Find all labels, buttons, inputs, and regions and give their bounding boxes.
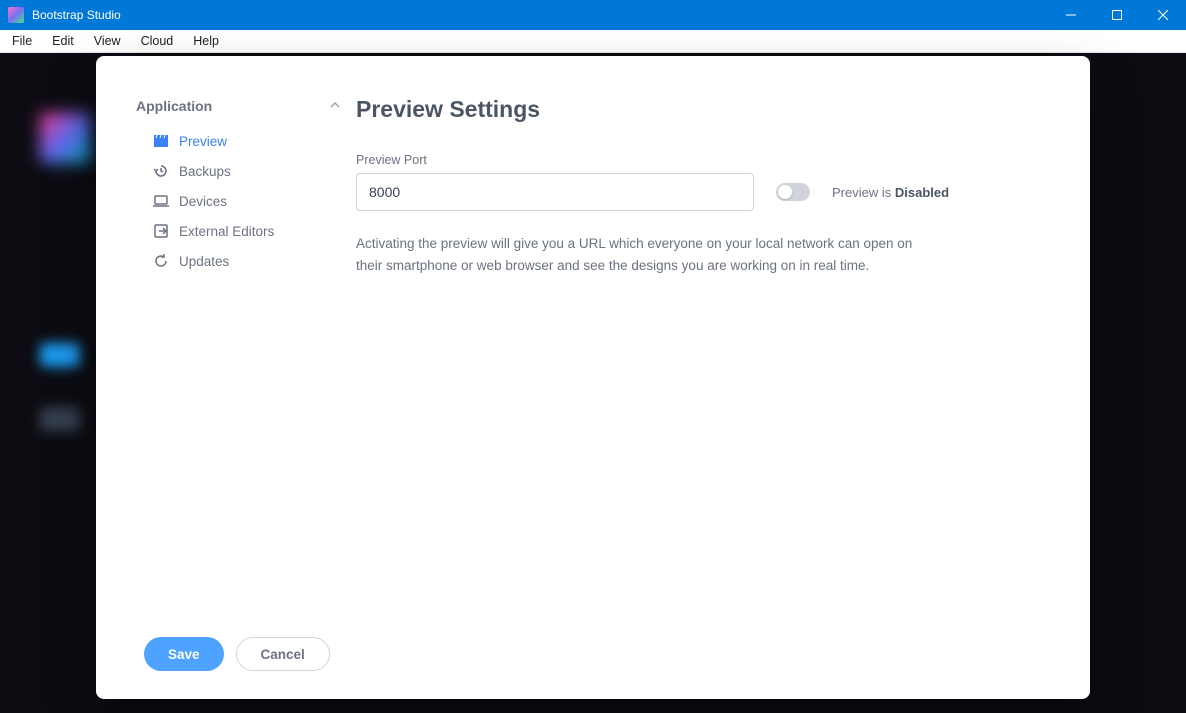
menubar: File Edit View Cloud Help xyxy=(0,30,1186,53)
menu-file[interactable]: File xyxy=(2,32,42,50)
sidebar-item-label: Devices xyxy=(179,194,227,209)
preview-toggle[interactable] xyxy=(776,183,810,201)
app-icon xyxy=(8,7,24,23)
maximize-button[interactable] xyxy=(1094,0,1140,30)
laptop-icon xyxy=(153,193,169,209)
settings-content: Preview Settings Preview Port Preview is… xyxy=(351,96,1050,602)
menu-edit[interactable]: Edit xyxy=(42,32,84,50)
sidebar-item-preview[interactable]: Preview xyxy=(136,126,341,156)
refresh-icon xyxy=(153,253,169,269)
background-shape xyxy=(40,343,80,367)
titlebar: Bootstrap Studio xyxy=(0,0,1186,30)
sidebar-item-label: Preview xyxy=(179,134,227,149)
settings-dialog: Application Preview Backups xyxy=(96,56,1090,699)
menu-cloud[interactable]: Cloud xyxy=(131,32,184,50)
sidebar-item-devices[interactable]: Devices xyxy=(136,186,341,216)
sidebar-section-title: Application xyxy=(136,98,212,114)
minimize-button[interactable] xyxy=(1048,0,1094,30)
history-icon xyxy=(153,163,169,179)
menu-help[interactable]: Help xyxy=(183,32,229,50)
close-button[interactable] xyxy=(1140,0,1186,30)
sidebar-item-backups[interactable]: Backups xyxy=(136,156,341,186)
clapperboard-icon xyxy=(153,133,169,149)
sidebar-section-application[interactable]: Application xyxy=(136,96,341,116)
dialog-footer: Save Cancel xyxy=(96,622,1090,699)
preview-toggle-label: Preview is Disabled xyxy=(832,185,949,200)
sidebar-item-external-editors[interactable]: External Editors xyxy=(136,216,341,246)
settings-sidebar: Application Preview Backups xyxy=(136,96,351,602)
window-title: Bootstrap Studio xyxy=(32,8,121,22)
preview-port-label: Preview Port xyxy=(356,153,1050,167)
background-shape xyxy=(40,407,80,431)
sidebar-item-updates[interactable]: Updates xyxy=(136,246,341,276)
sidebar-item-label: Updates xyxy=(179,254,229,269)
workspace: Application Preview Backups xyxy=(0,53,1186,713)
sidebar-item-label: External Editors xyxy=(179,224,274,239)
export-icon xyxy=(153,223,169,239)
cancel-button[interactable]: Cancel xyxy=(236,637,330,671)
page-title: Preview Settings xyxy=(356,96,1050,123)
chevron-up-icon xyxy=(329,99,341,114)
save-button[interactable]: Save xyxy=(144,637,224,671)
background-app-logo xyxy=(40,113,90,163)
sidebar-item-label: Backups xyxy=(179,164,231,179)
menu-view[interactable]: View xyxy=(84,32,131,50)
window-controls xyxy=(1048,0,1186,30)
preview-port-input[interactable] xyxy=(356,173,754,211)
preview-help-text: Activating the preview will give you a U… xyxy=(356,233,916,276)
